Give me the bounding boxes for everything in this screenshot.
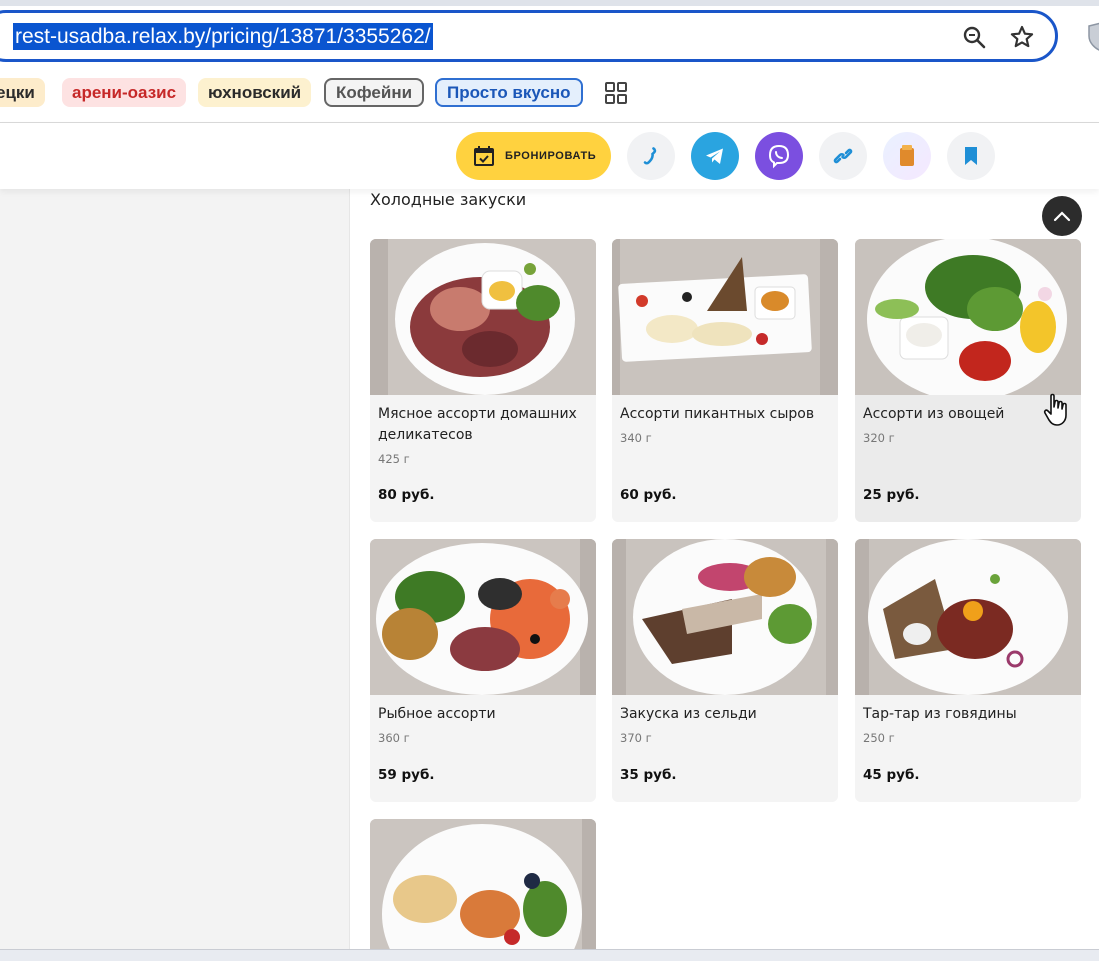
viber-button[interactable] bbox=[755, 132, 803, 180]
site-header: БРОНИРОВАТЬ bbox=[0, 123, 1099, 189]
dish-name: Рыбное ассорти bbox=[378, 706, 496, 722]
hand-cursor-icon bbox=[1043, 393, 1071, 431]
dish-photo bbox=[370, 239, 596, 395]
dish-weight: 360 г bbox=[378, 731, 410, 745]
dish-photo bbox=[612, 239, 838, 395]
dish-price: 35 руб. bbox=[620, 767, 677, 783]
dish-weight: 425 г bbox=[378, 452, 410, 466]
telegram-button[interactable] bbox=[691, 132, 739, 180]
dish-name: Мясное ассорти домашних деликатесов bbox=[378, 406, 577, 443]
link-icon bbox=[833, 148, 853, 164]
dish-name: Закуска из сельди bbox=[620, 706, 757, 722]
zoom-icon[interactable] bbox=[961, 24, 987, 50]
book-button[interactable]: БРОНИРОВАТЬ bbox=[456, 132, 611, 180]
apps-grid-icon[interactable] bbox=[604, 81, 628, 105]
dish-photo bbox=[370, 819, 596, 959]
scroll-top-button[interactable] bbox=[1042, 196, 1082, 236]
dish-photo bbox=[370, 539, 596, 695]
menu-card[interactable] bbox=[370, 819, 596, 959]
bookmark-chip[interactable]: ецки bbox=[0, 78, 45, 107]
dish-price: 25 руб. bbox=[863, 487, 920, 503]
telegram-icon bbox=[706, 148, 723, 164]
link-button[interactable] bbox=[819, 132, 867, 180]
dish-weight: 250 г bbox=[863, 731, 895, 745]
dish-photo bbox=[855, 239, 1081, 395]
bookmark-chip[interactable]: юхновский bbox=[198, 78, 312, 107]
url-text[interactable]: rest-usadba.relax.by/pricing/13871/33552… bbox=[13, 23, 433, 50]
menu-card[interactable]: Мясное ассорти домашних деликатесов 425 … bbox=[370, 239, 596, 522]
dish-name: Тар-тар из говядины bbox=[863, 706, 1017, 722]
phone-icon bbox=[643, 147, 657, 165]
tab-strip bbox=[0, 0, 1099, 6]
left-panel bbox=[0, 189, 350, 961]
dish-photo bbox=[855, 539, 1081, 695]
bookmark-icon bbox=[965, 147, 977, 165]
menu-card[interactable]: Тар-тар из говядины 250 г 45 руб. bbox=[855, 539, 1081, 802]
app-icon bbox=[900, 145, 914, 166]
menu-card[interactable]: Ассорти пикантных сыров 340 г 60 руб. bbox=[612, 239, 838, 522]
dish-price: 60 руб. bbox=[620, 487, 677, 503]
star-icon[interactable] bbox=[1009, 24, 1035, 50]
dish-weight: 340 г bbox=[620, 431, 652, 445]
viber-icon bbox=[768, 144, 790, 169]
dish-price: 59 руб. bbox=[378, 767, 435, 783]
dish-weight: 320 г bbox=[863, 431, 895, 445]
bookmarks-bar: ецки арени-оазис юхновский Кофейни Прост… bbox=[0, 72, 1099, 112]
dish-price: 45 руб. bbox=[863, 767, 920, 783]
shield-icon[interactable] bbox=[1085, 22, 1099, 52]
dish-price: 80 руб. bbox=[378, 487, 435, 503]
menu-card[interactable]: Рыбное ассорти 360 г 59 руб. bbox=[370, 539, 596, 802]
menu-card[interactable]: Закуска из сельди 370 г 35 руб. bbox=[612, 539, 838, 802]
phone-button[interactable] bbox=[627, 132, 675, 180]
menu-card[interactable]: Ассорти из овощей 320 г 25 руб. bbox=[855, 239, 1081, 522]
browser-chrome: rest-usadba.relax.by/pricing/13871/33552… bbox=[0, 0, 1099, 123]
chevron-up-icon bbox=[1053, 211, 1071, 222]
section-title: Холодные закуски bbox=[370, 190, 527, 209]
dish-photo bbox=[612, 539, 838, 695]
bookmark-chip[interactable]: Кофейни bbox=[324, 78, 425, 107]
app-button[interactable] bbox=[883, 132, 931, 180]
calendar-check-icon bbox=[474, 146, 494, 166]
bottom-bar bbox=[0, 949, 1099, 961]
book-button-label: БРОНИРОВАТЬ bbox=[505, 150, 597, 162]
dish-name: Ассорти пикантных сыров bbox=[620, 406, 815, 422]
bookmark-button[interactable] bbox=[947, 132, 995, 180]
dish-weight: 370 г bbox=[620, 731, 652, 745]
bookmark-chip[interactable]: арени-оазис bbox=[62, 78, 187, 107]
bookmark-chip[interactable]: Просто вкусно bbox=[435, 78, 583, 107]
